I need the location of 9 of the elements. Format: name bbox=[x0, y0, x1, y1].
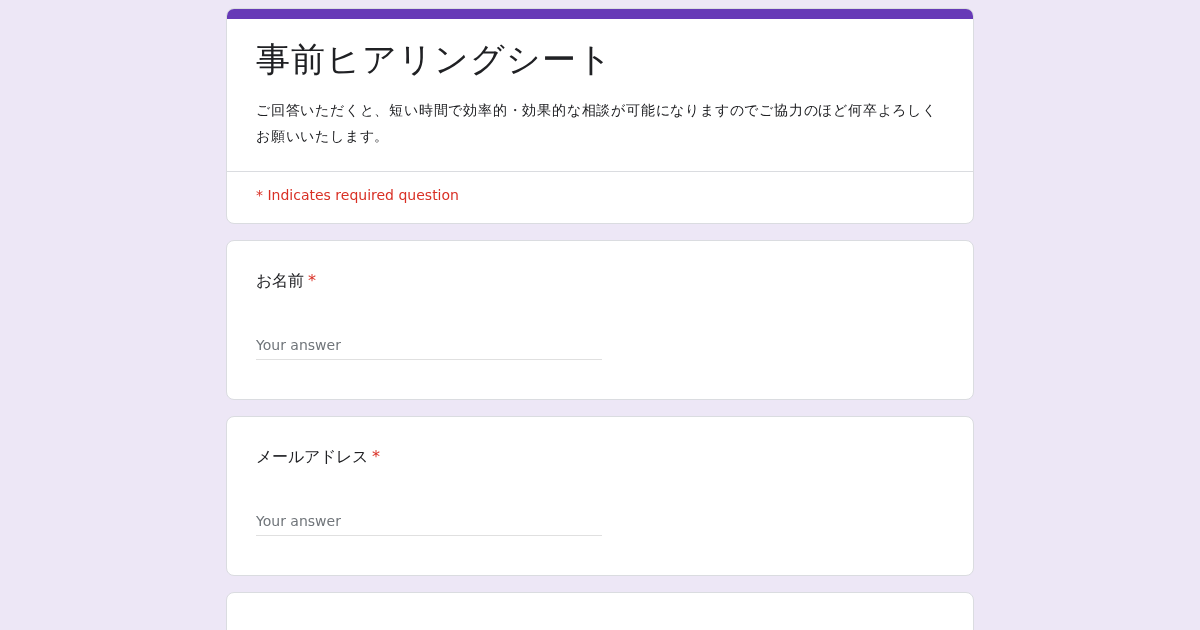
form-title: 事前ヒアリングシート bbox=[256, 38, 614, 81]
required-note: * Indicates required question bbox=[255, 186, 460, 205]
form-description: ご回答いただくと、短い時間で効率的・効果的な相談が可能になりますのでご協力のほど何卒よろしくお願いいたします。 bbox=[256, 101, 938, 146]
question-label: お名前 bbox=[256, 271, 304, 290]
required-mark: * bbox=[372, 447, 380, 466]
answer-field[interactable]: Your answer bbox=[256, 507, 602, 536]
answer-field[interactable]: Your answer bbox=[256, 331, 602, 360]
question-label: メールアドレス bbox=[256, 447, 368, 466]
required-mark: * bbox=[308, 271, 316, 290]
